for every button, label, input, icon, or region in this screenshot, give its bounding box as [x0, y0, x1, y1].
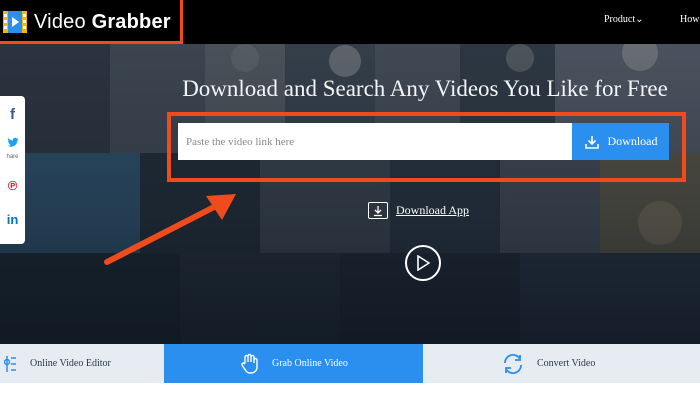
- footer-strip: [0, 383, 700, 400]
- tab-label: Online Video Editor: [30, 358, 111, 369]
- download-button-label: Download: [607, 134, 658, 148]
- tab-convert-video[interactable]: Convert Video: [423, 344, 700, 383]
- page: Video Grabber Product⌄ How f hare ℗ in D…: [0, 0, 700, 400]
- video-editor-icon: [4, 355, 16, 372]
- tab-label: Convert Video: [537, 358, 596, 369]
- nav-product-label: Product: [604, 14, 636, 25]
- tab-label: Grab Online Video: [272, 358, 348, 369]
- download-app-link[interactable]: Download App: [368, 202, 469, 219]
- twitter-icon[interactable]: [0, 136, 25, 151]
- page-title: Download and Search Any Videos You Like …: [182, 76, 668, 101]
- hand-grab-icon: [241, 353, 258, 374]
- nav-how[interactable]: How: [680, 14, 699, 25]
- social-share-bar: f hare ℗ in: [0, 96, 25, 244]
- share-label: hare: [6, 154, 19, 160]
- logo-highlight-box: [0, 0, 183, 44]
- linkedin-icon[interactable]: in: [0, 212, 25, 227]
- nav-product[interactable]: Product⌄: [604, 14, 644, 25]
- convert-icon: [504, 353, 522, 374]
- video-link-input[interactable]: [178, 123, 572, 160]
- download-button[interactable]: Download: [572, 123, 669, 160]
- chevron-down-icon: ⌄: [635, 14, 644, 25]
- tab-online-video-editor[interactable]: Online Video Editor: [0, 344, 164, 383]
- download-icon: [584, 135, 599, 149]
- pinterest-icon[interactable]: ℗: [0, 178, 25, 193]
- play-button[interactable]: [405, 245, 441, 281]
- play-icon: [417, 255, 430, 271]
- facebook-icon[interactable]: f: [0, 106, 25, 123]
- feature-tabs: Online Video Editor Grab Online Video Co…: [0, 344, 700, 383]
- tab-grab-online-video[interactable]: Grab Online Video: [164, 344, 423, 383]
- download-icon: [368, 202, 388, 219]
- download-app-label: Download App: [396, 203, 469, 217]
